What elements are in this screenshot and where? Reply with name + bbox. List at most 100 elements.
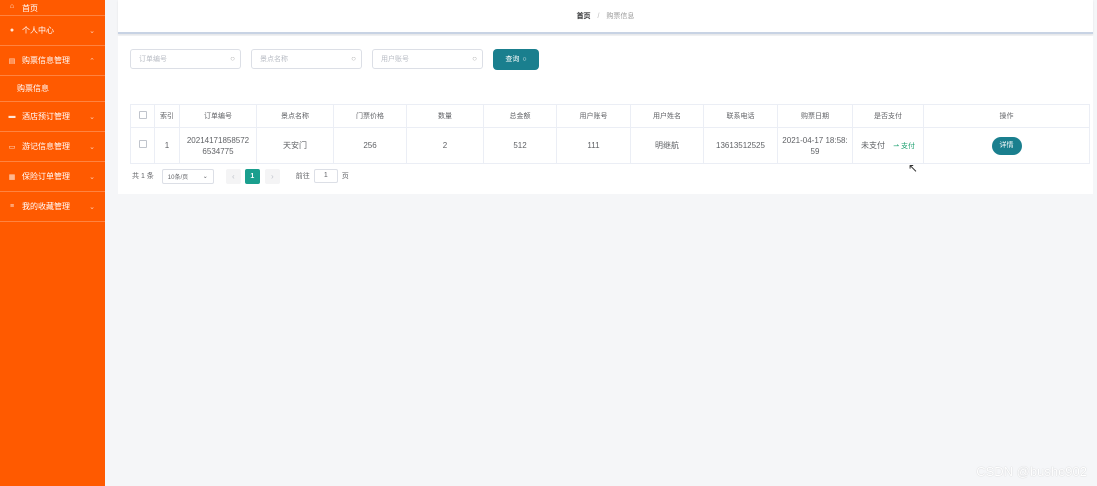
cell-phone: 13613512525	[703, 127, 778, 164]
cell-scenic-name: 天安门	[256, 127, 334, 164]
sidebar-item-label: 游记信息管理	[22, 142, 70, 151]
cell-total: 512	[483, 127, 557, 164]
column-header: 索引	[154, 104, 180, 128]
cell-index: 1	[154, 127, 180, 164]
sidebar-item-favorite-management[interactable]: ≡ 我的收藏管理 ⌄	[0, 192, 105, 222]
breadcrumb-current: 购票信息	[606, 13, 635, 20]
row-select-cell[interactable]	[130, 127, 155, 164]
scenic-name-input[interactable]	[252, 50, 342, 68]
table-row: 1 202141718585726534775 天安门 256 2 512 11…	[130, 127, 1090, 164]
search-icon: ○	[351, 54, 356, 63]
sidebar-item-home[interactable]: ⌂ 首页	[0, 0, 105, 16]
prev-page-button[interactable]: ‹	[225, 168, 241, 184]
cell-order-number: 202141718585726534775	[179, 127, 257, 164]
scenic-name-search: ○	[251, 49, 362, 69]
insurance-icon: ▦	[8, 173, 16, 181]
chevron-left-icon: ‹	[231, 171, 235, 181]
order-number-search: ○	[130, 49, 241, 69]
column-header: 是否支付	[852, 104, 924, 128]
column-header: 数量	[406, 104, 484, 128]
chevron-up-icon: ⌃	[89, 57, 95, 65]
search-icon: ○	[230, 54, 235, 63]
paid-status-text: 未支付	[860, 140, 885, 150]
column-header: 景点名称	[256, 104, 334, 128]
sidebar-item-label: 购票信息管理	[22, 56, 70, 65]
chevron-down-icon: ⌄	[89, 143, 95, 151]
user-account-search: ○	[372, 49, 483, 69]
search-icon: ○	[472, 54, 477, 63]
column-header: 操作	[923, 104, 1090, 128]
cell-price: 256	[333, 127, 407, 164]
select-all-cell[interactable]	[130, 104, 155, 128]
detail-button[interactable]: 详情	[991, 136, 1022, 155]
breadcrumb-separator: /	[597, 13, 600, 20]
table-header-row: 索引 订单编号 景点名称 门票价格 数量 总金额 用户账号 用户姓名 联系电话 …	[130, 104, 1090, 128]
sidebar-subitem-label: 购票信息	[17, 84, 49, 93]
page-size-value: 10条/页	[167, 174, 189, 181]
pagination: 共 1 条 10条/页 ⌄ ‹ 1 › 前往 1 页	[132, 168, 349, 184]
chevron-down-icon: ⌄	[89, 173, 95, 181]
breadcrumb-home[interactable]: 首页	[577, 13, 591, 20]
sidebar-item-label: 保险订单管理	[22, 172, 70, 181]
chevron-right-icon: ›	[270, 171, 274, 181]
cell-account: 111	[556, 127, 631, 164]
select-all-checkbox[interactable]	[138, 111, 147, 119]
column-header: 购票日期	[777, 104, 853, 128]
ticket-table: 索引 订单编号 景点名称 门票价格 数量 总金额 用户账号 用户姓名 联系电话 …	[130, 104, 1090, 164]
goto-page-input[interactable]: 1	[313, 169, 338, 183]
sidebar-item-label: 个人中心	[22, 26, 54, 35]
chevron-down-icon: ⌄	[89, 203, 95, 211]
pagination-total: 共 1 条	[132, 173, 154, 180]
page-number-button[interactable]: 1	[244, 168, 260, 184]
mouse-cursor-icon: ↖	[908, 161, 919, 175]
row-checkbox[interactable]	[138, 140, 147, 148]
column-header: 总金额	[483, 104, 557, 128]
sidebar: ⌂ 首页 ● 个人中心 ⌄ ▤ 购票信息管理 ⌃ 购票信息 ▬ 酒店预订管理 ⌄…	[0, 0, 105, 486]
page-size-select[interactable]: 10条/页 ⌄	[161, 168, 214, 184]
pay-link[interactable]: ⇀ 支付	[893, 143, 915, 150]
content-panel: ○ ○ ○ 查询 ○	[118, 36, 1093, 194]
chevron-down-icon: ⌄	[89, 113, 95, 121]
column-header: 用户姓名	[630, 104, 704, 128]
pay-icon: ⇀	[893, 142, 900, 150]
column-header: 门票价格	[333, 104, 407, 128]
ticket-icon: ▤	[8, 57, 16, 65]
sidebar-item-personal-center[interactable]: ● 个人中心 ⌄	[0, 16, 105, 46]
query-button-label: 查询	[505, 56, 520, 63]
search-icon: ○	[522, 55, 527, 63]
page-unit-label: 页	[341, 173, 349, 180]
home-icon: ⌂	[9, 3, 15, 10]
column-header: 用户账号	[556, 104, 631, 128]
query-button[interactable]: 查询 ○	[493, 48, 539, 70]
sidebar-item-hotel-management[interactable]: ▬ 酒店预订管理 ⌄	[0, 102, 105, 132]
order-number-input[interactable]	[131, 50, 221, 68]
column-header: 订单编号	[179, 104, 257, 128]
sidebar-item-label: 首页	[22, 4, 38, 13]
pay-link-label: 支付	[901, 142, 916, 150]
chevron-down-icon: ⌄	[202, 173, 208, 180]
goto-label: 前往	[295, 173, 310, 180]
cell-date: 2021-04-17 18:58:59	[777, 127, 853, 164]
header-bar: 首页 / 购票信息	[118, 0, 1093, 34]
sidebar-item-notes-management[interactable]: ▭ 游记信息管理 ⌄	[0, 132, 105, 162]
cell-actions: 详情	[923, 127, 1090, 164]
user-account-input[interactable]	[373, 50, 463, 68]
notes-icon: ▭	[8, 143, 16, 151]
breadcrumb: 首页 / 购票信息	[577, 11, 635, 21]
favorite-icon: ≡	[9, 203, 15, 210]
cell-paid-status: 未支付 ⇀ 支付	[852, 127, 924, 164]
sidebar-subitem-ticket-info[interactable]: 购票信息	[0, 76, 105, 102]
user-icon: ●	[9, 27, 15, 34]
column-header: 联系电话	[703, 104, 778, 128]
cell-quantity: 2	[406, 127, 484, 164]
search-row: ○ ○ ○ 查询 ○	[130, 48, 539, 70]
sidebar-item-label: 我的收藏管理	[22, 202, 70, 211]
sidebar-item-insurance-management[interactable]: ▦ 保险订单管理 ⌄	[0, 162, 105, 192]
sidebar-item-label: 酒店预订管理	[22, 112, 70, 121]
chevron-down-icon: ⌄	[89, 27, 95, 35]
main-area: 首页 / 购票信息 ○ ○ ○ 查询 ○	[118, 0, 1093, 486]
next-page-button[interactable]: ›	[264, 168, 280, 184]
sidebar-item-ticket-management[interactable]: ▤ 购票信息管理 ⌃	[0, 46, 105, 76]
hotel-icon: ▬	[8, 113, 16, 120]
cell-name: 明继航	[630, 127, 704, 164]
